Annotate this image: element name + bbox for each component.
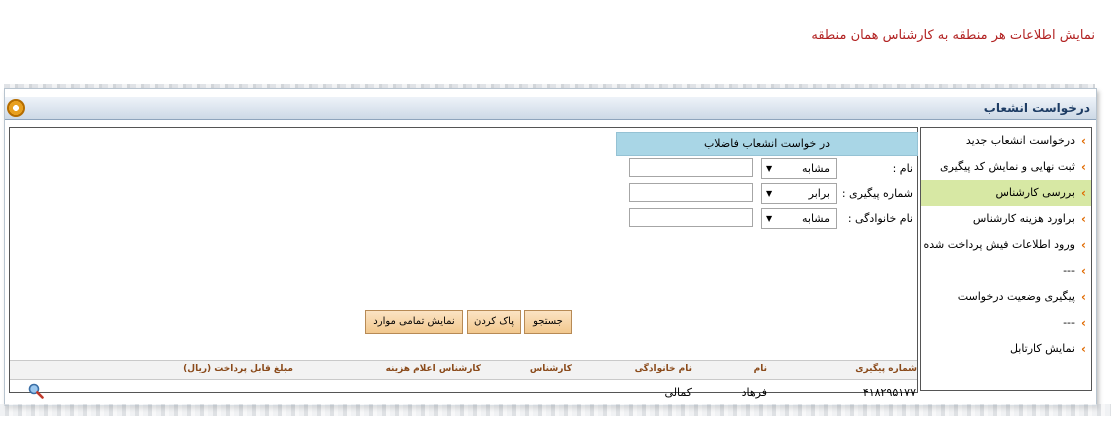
- sidebar-item-label: پیگیری وضعیت درخواست: [957, 290, 1075, 303]
- column-header-first-name: نام: [753, 364, 767, 374]
- dropdown-arrow-icon: ▼: [766, 214, 773, 223]
- sidebar-item-separator[interactable]: › ---: [921, 310, 1091, 336]
- column-header-last-name: نام خانوادگی: [634, 364, 692, 374]
- sidebar-item-new-request[interactable]: › درخواست انشعاب جدید: [921, 128, 1091, 154]
- chevron-icon: ›: [1081, 186, 1086, 200]
- gear-icon[interactable]: [7, 99, 25, 117]
- lastname-label: نام خانوادگی :: [847, 212, 913, 225]
- chevron-icon: ›: [1081, 264, 1086, 278]
- column-header-tracking: شماره پیگیری: [855, 364, 917, 374]
- cell-last-name: کمالی: [664, 386, 692, 399]
- select-value: مشابه: [801, 212, 830, 225]
- clear-button[interactable]: پاک کردن: [467, 310, 521, 334]
- magnifier-icon[interactable]: [28, 383, 44, 399]
- table-row[interactable]: ۴۱۸۲۹۵۱۷۷ فرهاد کمالی: [10, 379, 917, 403]
- window-titlebar: درخواست انشعاب: [5, 97, 1096, 120]
- app-window: درخواست انشعاب › درخواست انشعاب جدید › ثبت…: [4, 88, 1097, 406]
- sidebar-item-track-status[interactable]: › پیگیری وضعیت درخواست: [921, 284, 1091, 310]
- sidebar-menu: › درخواست انشعاب جدید › ثبت نهایی و نمایش …: [920, 127, 1092, 391]
- main-panel: در خواست انشعاب فاضلاب نام : مشابه ▼ شمار…: [9, 127, 918, 399]
- sidebar-item-label: ---: [1063, 264, 1075, 277]
- form-row-lastname: نام خانوادگی : مشابه ▼: [617, 208, 917, 230]
- chevron-icon: ›: [1081, 238, 1086, 252]
- sidebar-item-cost-estimate[interactable]: › براورد هزینه کارشناس: [921, 206, 1091, 232]
- sidebar-item-label: ---: [1063, 316, 1075, 329]
- lastname-operator-select[interactable]: مشابه ▼: [761, 208, 837, 229]
- chevron-icon: ›: [1081, 134, 1086, 148]
- window-title: درخواست انشعاب: [983, 101, 1090, 115]
- tracking-operator-select[interactable]: برابر ▼: [761, 183, 837, 204]
- tracking-input[interactable]: [629, 183, 753, 202]
- table-header: شماره پیگیری نام نام خانوادگی کارشناس کا…: [10, 360, 917, 380]
- chevron-icon: ›: [1081, 212, 1086, 226]
- chevron-icon: ›: [1081, 290, 1086, 304]
- sidebar-item-label: درخواست انشعاب جدید: [965, 134, 1075, 147]
- column-header-cost-expert: کارشناس اعلام هزینه: [385, 364, 481, 374]
- sidebar-item-final-register[interactable]: › ثبت نهایی و نمایش کد پیگیری: [921, 154, 1091, 180]
- sidebar-item-label: براورد هزینه کارشناس: [972, 212, 1075, 225]
- chevron-icon: ›: [1081, 342, 1086, 356]
- select-value: برابر: [808, 187, 830, 200]
- chevron-icon: ›: [1081, 160, 1086, 174]
- form-row-tracking: شماره پیگیری : برابر ▼: [617, 183, 917, 205]
- sidebar-item-label: ورود اطلاعات فیش پرداخت شده: [923, 238, 1075, 251]
- cell-tracking: ۴۱۸۲۹۵۱۷۷: [862, 386, 916, 399]
- torn-edge-bottom: [0, 404, 1111, 416]
- form-header: در خواست انشعاب فاضلاب: [616, 132, 918, 156]
- form-row-name: نام : مشابه ▼: [617, 158, 917, 180]
- lastname-input[interactable]: [629, 208, 753, 227]
- cell-first-name: فرهاد: [741, 386, 767, 399]
- name-operator-select[interactable]: مشابه ▼: [761, 158, 837, 179]
- page-caption: نمایش اطلاعات هر منطقه به کارشناس همان م…: [811, 28, 1095, 43]
- sidebar-item-label: نمایش کارتابل: [1009, 342, 1075, 355]
- sidebar-item-label: ثبت نهایی و نمایش کد پیگیری: [939, 160, 1075, 173]
- name-label: نام :: [892, 162, 913, 175]
- column-header-expert: کارشناس: [529, 364, 572, 374]
- select-value: مشابه: [801, 162, 830, 175]
- chevron-icon: ›: [1081, 316, 1086, 330]
- sidebar-item-cartable[interactable]: › نمایش کارتابل: [921, 336, 1091, 362]
- name-input[interactable]: [629, 158, 753, 177]
- search-button[interactable]: جستجو: [524, 310, 572, 334]
- sidebar-item-separator[interactable]: › ---: [921, 258, 1091, 284]
- dropdown-arrow-icon: ▼: [766, 189, 773, 198]
- sidebar-item-expert-review[interactable]: › بررسی کارشناس: [921, 180, 1091, 206]
- show-all-button[interactable]: نمایش تمامی موارد: [365, 310, 463, 334]
- column-header-amount: مبلغ قابل پرداخت (ریال): [183, 364, 293, 374]
- sidebar-item-payment-receipt[interactable]: › ورود اطلاعات فیش پرداخت شده: [921, 232, 1091, 258]
- sidebar-item-label: بررسی کارشناس: [995, 186, 1075, 199]
- dropdown-arrow-icon: ▼: [766, 164, 773, 173]
- tracking-label: شماره پیگیری :: [841, 187, 913, 200]
